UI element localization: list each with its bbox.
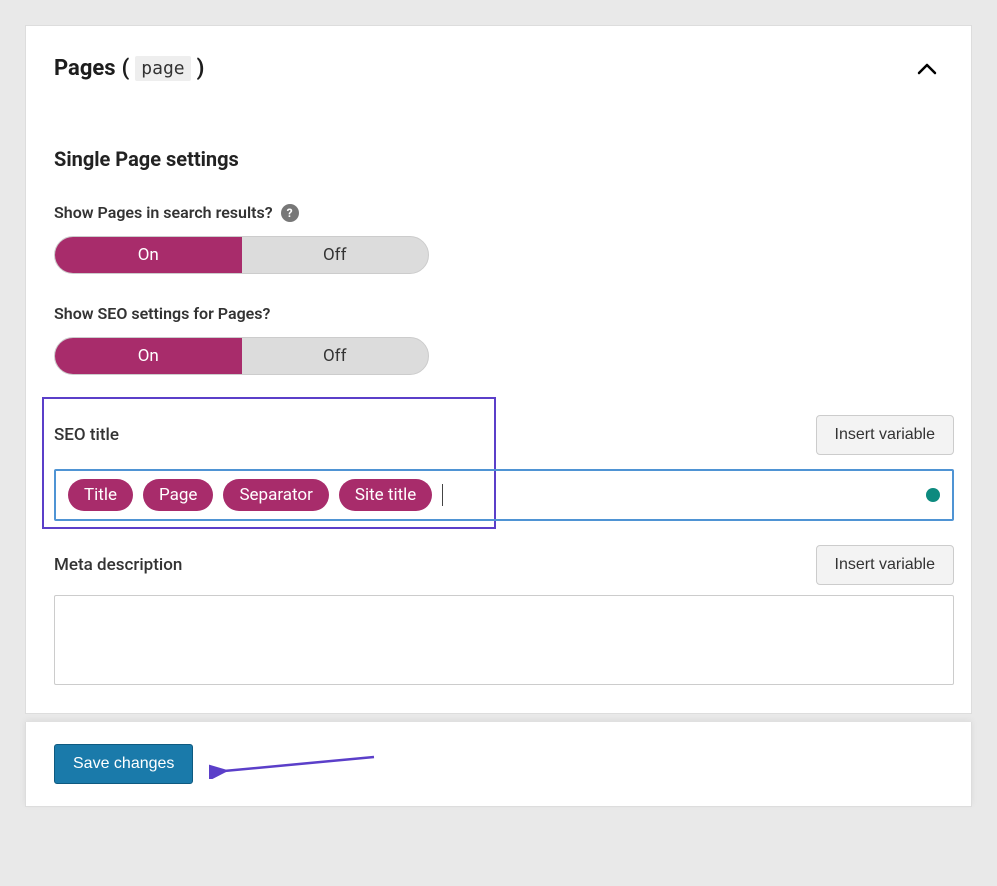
setting-show-seo-text: Show SEO settings for Pages?	[54, 304, 270, 323]
pages-panel: Pages ( page ) Single Page settings Show…	[25, 25, 972, 714]
text-cursor	[442, 484, 443, 506]
toggle-show-seo-off[interactable]: Off	[242, 338, 429, 374]
seo-title-header: SEO title Insert variable	[54, 415, 954, 455]
toggle-show-search[interactable]: On Off	[54, 236, 429, 274]
save-changes-button[interactable]: Save changes	[54, 744, 193, 784]
toggle-show-seo-on[interactable]: On	[55, 338, 242, 374]
setting-show-seo: Show SEO settings for Pages? On Off	[54, 304, 943, 375]
insert-variable-button-seo[interactable]: Insert variable	[816, 415, 955, 455]
arrow-annotation-icon	[209, 749, 379, 779]
variable-pill[interactable]: Site title	[339, 479, 432, 511]
collapse-icon[interactable]	[911, 50, 943, 87]
seo-title-input[interactable]: Title Page Separator Site title	[54, 469, 954, 521]
variable-pill[interactable]: Separator	[223, 479, 328, 511]
panel-title-prefix: Pages	[54, 56, 116, 81]
setting-show-search: Show Pages in search results? ? On Off	[54, 203, 943, 274]
setting-show-search-text: Show Pages in search results?	[54, 203, 273, 222]
setting-show-search-label: Show Pages in search results? ?	[54, 203, 943, 222]
setting-show-seo-label: Show SEO settings for Pages?	[54, 304, 943, 323]
seo-status-dot-icon	[926, 488, 940, 502]
meta-description-input[interactable]	[54, 595, 954, 685]
meta-desc-header: Meta description Insert variable	[54, 545, 954, 585]
section-title: Single Page settings	[54, 147, 943, 171]
panel-title: Pages ( page )	[54, 56, 204, 81]
toggle-show-search-off[interactable]: Off	[242, 237, 429, 273]
toggle-show-search-on[interactable]: On	[55, 237, 242, 273]
toggle-show-seo[interactable]: On Off	[54, 337, 429, 375]
help-icon[interactable]: ?	[281, 204, 299, 222]
panel-title-close: )	[197, 56, 205, 81]
meta-description-section: Meta description Insert variable	[54, 545, 943, 689]
seo-title-section: SEO title Insert variable Title Page Sep…	[54, 415, 943, 521]
seo-title-label: SEO title	[54, 425, 119, 445]
meta-desc-label: Meta description	[54, 555, 182, 575]
save-bar: Save changes	[25, 722, 972, 807]
panel-header: Pages ( page )	[54, 50, 943, 87]
variable-pill[interactable]: Title	[68, 479, 133, 511]
panel-title-open: (	[122, 56, 130, 81]
variable-pill[interactable]: Page	[143, 479, 213, 511]
insert-variable-button-meta[interactable]: Insert variable	[816, 545, 955, 585]
panel-title-code: page	[135, 56, 190, 81]
